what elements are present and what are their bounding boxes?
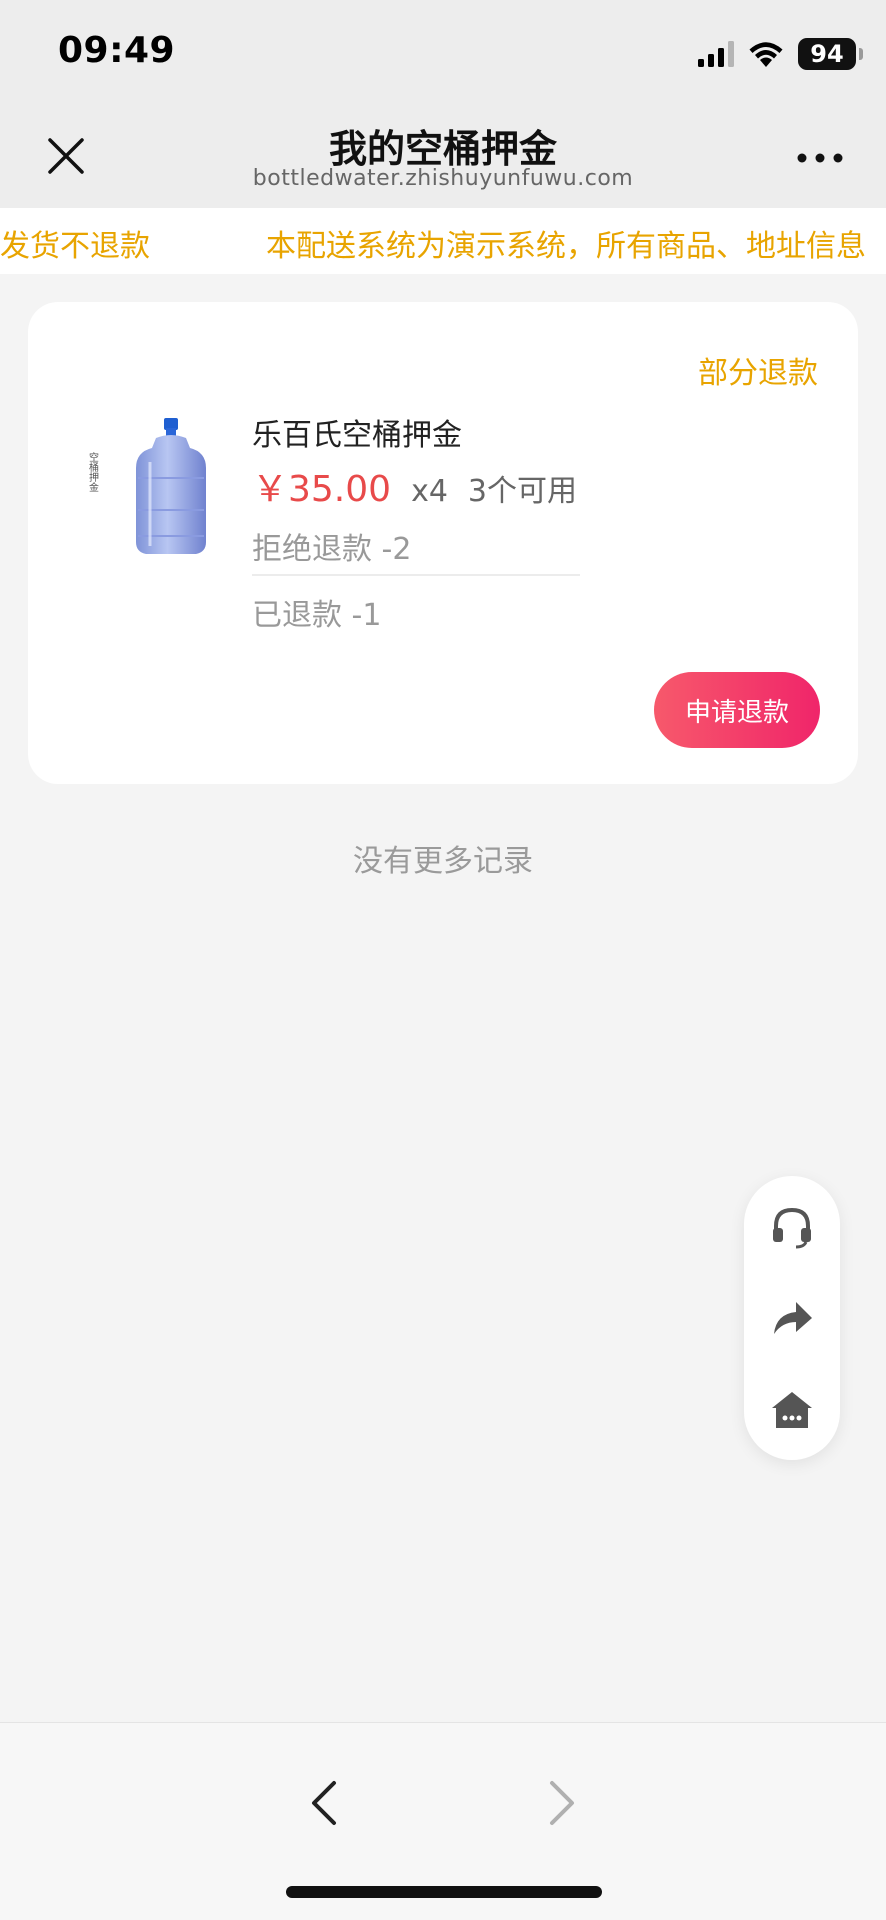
refund-status-badge: 部分退款 — [698, 356, 818, 391]
refunded-count: 已退款 -1 — [252, 598, 382, 633]
status-icons: 94 — [698, 34, 863, 74]
page-url: bottledwater.zhishuyunfuwu.com — [252, 166, 634, 191]
more-icon[interactable] — [796, 152, 844, 164]
apply-refund-button[interactable]: 申请退款 — [654, 672, 820, 748]
status-bar: 09:49 94 — [0, 0, 886, 108]
deposit-price: ￥35.00 — [252, 469, 392, 510]
notice-marquee: 发货不退款 本配送系统为演示系统，所有商品、地址信息 — [0, 208, 886, 274]
image-label: 空桶押金 — [87, 451, 99, 492]
signal-icon — [698, 41, 734, 67]
forward-icon[interactable] — [542, 1775, 582, 1831]
home-indicator — [286, 1886, 602, 1898]
notice-text-a: 发货不退款 — [0, 229, 150, 264]
deposit-quantity: x4 — [411, 474, 448, 509]
back-icon[interactable] — [304, 1775, 344, 1831]
product-name: 乐百氏空桶押金 — [252, 418, 462, 453]
nav-bar: 我的空桶押金 bottledwater.zhishuyunfuwu.com — [0, 108, 886, 208]
notice-track: 发货不退款 本配送系统为演示系统，所有商品、地址信息 — [0, 221, 866, 265]
divider — [252, 574, 580, 576]
deposit-card: 部分退款 空桶押金 乐百氏空桶押金 ￥35.00 x4 3个可用 拒绝退款 -2… — [28, 302, 858, 784]
available-count: 3个可用 — [467, 474, 577, 509]
refused-refund-count: 拒绝退款 -2 — [252, 532, 412, 567]
floating-toolbar — [744, 1176, 840, 1460]
list-end-text: 没有更多记录 — [353, 844, 533, 879]
headset-icon[interactable] — [768, 1202, 816, 1250]
price-row: ￥35.00 x4 3个可用 — [252, 460, 577, 512]
battery-icon: 94 — [798, 38, 863, 70]
home-icon[interactable] — [768, 1386, 816, 1434]
status-time: 09:49 — [58, 30, 176, 71]
page: 09:49 94 我的空桶押金 bottledwater.zhishuyunfu… — [0, 0, 886, 1920]
notice-text-b: 本配送系统为演示系统，所有商品、地址信息 — [266, 229, 866, 264]
wifi-icon — [749, 42, 783, 67]
battery-level: 94 — [810, 40, 844, 68]
page-title: 我的空桶押金 — [328, 127, 557, 171]
water-bucket-image: 空桶押金 — [87, 418, 206, 554]
share-icon[interactable] — [768, 1294, 816, 1342]
